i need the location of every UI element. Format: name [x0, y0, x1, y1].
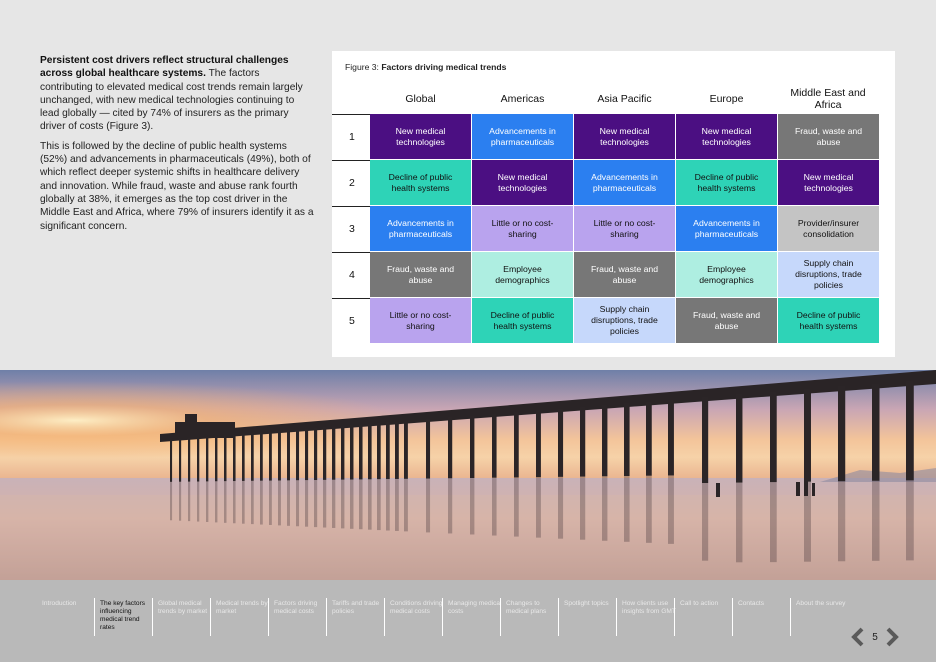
figure-label: Figure 3: [345, 62, 382, 72]
nav-item[interactable]: Changes to medical plans [504, 600, 560, 616]
row-number: 2 [332, 160, 370, 205]
nav-divider [558, 598, 559, 636]
chevron-left-icon[interactable] [850, 627, 866, 647]
nav-divider [94, 598, 95, 636]
column-header: Middle East and Africa [790, 87, 866, 111]
table-cell: Decline of public health systems [472, 298, 573, 343]
nav-divider [732, 598, 733, 636]
table-cell: Decline of public health systems [676, 160, 777, 205]
table-cell: Advancements in pharmaceuticals [370, 206, 471, 251]
nav-divider [210, 598, 211, 636]
nav-item[interactable]: Spotlight topics [562, 600, 618, 608]
nav-item[interactable]: Tariffs and trade policies [330, 600, 386, 616]
table-cell: Little or no cost-sharing [370, 298, 471, 343]
intro-paragraph-2: This is followed by the decline of publi… [40, 140, 314, 232]
figure-title-text: Factors driving medical trends [381, 62, 507, 72]
nav-item[interactable]: How clients use insights from GMT [620, 600, 676, 616]
row-number: 1 [332, 114, 370, 159]
table-cell: Fraud, waste and abuse [778, 114, 879, 159]
column-header: Global [405, 93, 436, 105]
nav-divider [326, 598, 327, 636]
nav-item[interactable]: Medical trends by market [214, 600, 270, 616]
nav-divider [384, 598, 385, 636]
table-cell: Supply chain disruptions, trade policies [778, 252, 879, 297]
nav-item[interactable]: Call to action [678, 600, 734, 608]
table-cell: Little or no cost-sharing [574, 206, 675, 251]
nav-item[interactable]: Introduction [40, 600, 96, 608]
table-cell: New medical technologies [676, 114, 777, 159]
column-header: Americas [500, 93, 545, 105]
figure-card: Figure 3: Factors driving medical trends… [332, 51, 895, 357]
table-cell: Advancements in pharmaceuticals [676, 206, 777, 251]
nav-divider [500, 598, 501, 636]
nav-item[interactable]: Contacts [736, 600, 792, 608]
nav-divider [674, 598, 675, 636]
nav-item[interactable]: About the survey [794, 600, 850, 608]
row-number: 4 [332, 252, 370, 297]
table-cell: Fraud, waste and abuse [676, 298, 777, 343]
nav-item[interactable]: The key factors influencing medical tren… [98, 600, 154, 632]
nav-divider [790, 598, 791, 636]
table-cell: Fraud, waste and abuse [574, 252, 675, 297]
bottom-navigation: Introduction The key factors influencing … [0, 580, 936, 662]
nav-item[interactable]: Conditions driving medical costs [388, 600, 444, 616]
row-number: 5 [332, 298, 370, 343]
table-cell: Supply chain disruptions, trade policies [574, 298, 675, 343]
column-header: Europe [709, 93, 744, 105]
nav-divider [268, 598, 269, 636]
table-cell: New medical technologies [778, 160, 879, 205]
table-cell: Employee demographics [472, 252, 573, 297]
table-cell: Decline of public health systems [778, 298, 879, 343]
column-header: Asia Pacific [597, 93, 652, 105]
nav-divider [152, 598, 153, 636]
table-cell: Provider/insurer consolidation [778, 206, 879, 251]
table-cell: Decline of public health systems [370, 160, 471, 205]
top-section: Persistent cost drivers reflect structur… [0, 0, 936, 370]
nav-item[interactable]: Managing medical costs [446, 600, 502, 616]
figure-title: Figure 3: Factors driving medical trends [345, 62, 506, 72]
table-cell: New medical technologies [574, 114, 675, 159]
nav-divider [616, 598, 617, 636]
table-cell: Employee demographics [676, 252, 777, 297]
table-cell: Little or no cost-sharing [472, 206, 573, 251]
nav-item[interactable]: Global medical trends by market [156, 600, 212, 616]
row-number: 3 [332, 206, 370, 251]
table-cell: New medical technologies [472, 160, 573, 205]
nav-item[interactable]: Factors driving medical costs [272, 600, 328, 616]
table-cell: New medical technologies [370, 114, 471, 159]
table-cell: Advancements in pharmaceuticals [472, 114, 573, 159]
intro-text: Persistent cost drivers reflect structur… [40, 54, 315, 239]
table-cell: Fraud, waste and abuse [370, 252, 471, 297]
page-number: 5 [872, 631, 878, 643]
intro-paragraph-1: Persistent cost drivers reflect structur… [40, 54, 315, 134]
table-cell: Advancements in pharmaceuticals [574, 160, 675, 205]
pier-sunset-photo [0, 370, 936, 580]
chevron-right-icon[interactable] [884, 627, 900, 647]
pager: 5 [850, 627, 900, 647]
nav-divider [442, 598, 443, 636]
